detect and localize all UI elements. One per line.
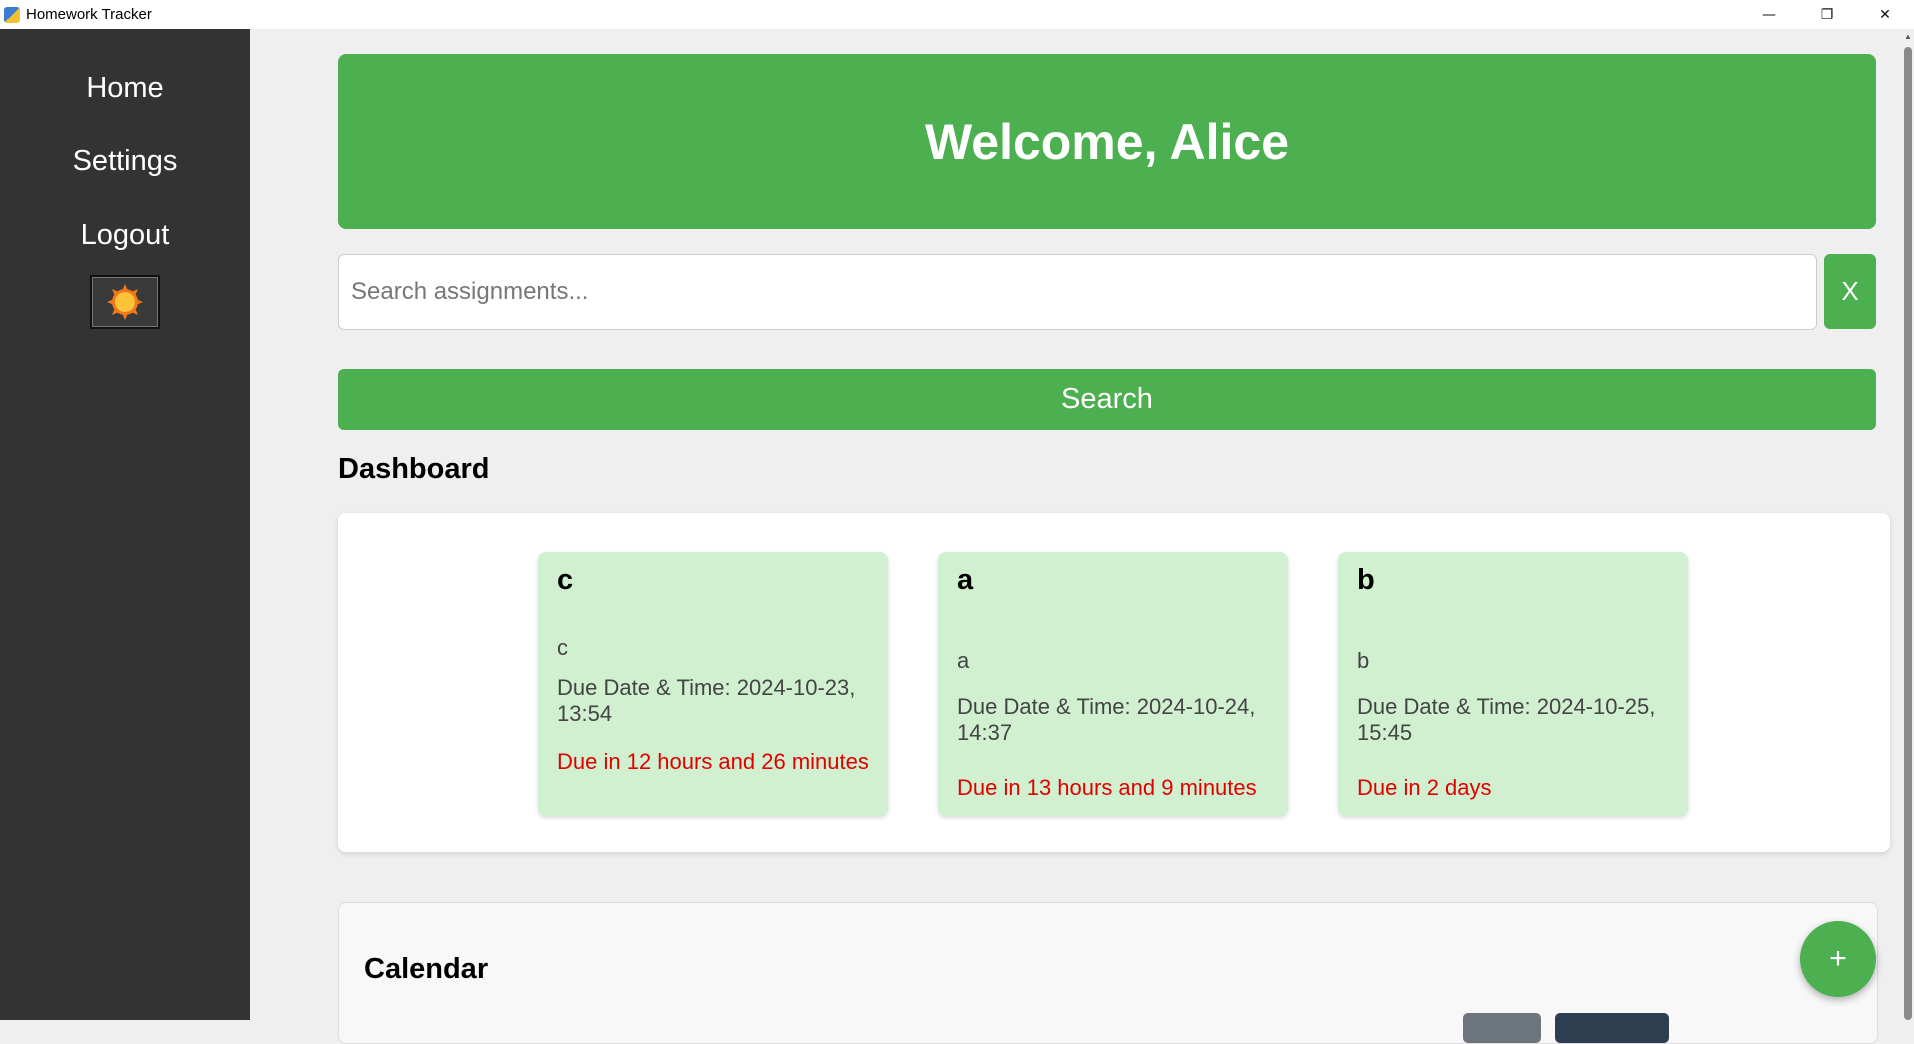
card-title: c <box>557 564 574 596</box>
dashboard-panel: c c Due Date & Time: 2024-10-23, 13:54 D… <box>338 513 1890 852</box>
scrollbar[interactable]: ▲ <box>1902 29 1914 1020</box>
assignment-card[interactable]: c c Due Date & Time: 2024-10-23, 13:54 D… <box>538 552 888 816</box>
assignment-card[interactable]: b b Due Date & Time: 2024-10-25, 15:45 D… <box>1338 552 1688 816</box>
sidebar: Home Settings Logout <box>0 29 250 1020</box>
search-button[interactable]: Search <box>338 369 1876 430</box>
title-bar: Homework Tracker — ❐ ✕ <box>0 0 1914 29</box>
minimize-button[interactable]: — <box>1740 0 1798 29</box>
card-description: a <box>957 648 970 673</box>
window-title: Homework Tracker <box>26 6 152 23</box>
close-button[interactable]: ✕ <box>1856 0 1914 29</box>
card-description: b <box>1357 648 1370 673</box>
app-icon <box>4 6 20 23</box>
sidebar-item-settings[interactable]: Settings <box>0 145 250 178</box>
welcome-banner: Welcome, Alice <box>338 54 1876 229</box>
sidebar-item-home[interactable]: Home <box>0 72 250 105</box>
card-due-relative: Due in 13 hours and 9 minutes <box>957 775 1257 800</box>
calendar-title: Calendar <box>364 953 489 985</box>
clear-search-button[interactable]: X <box>1824 254 1876 329</box>
card-due-date: Due Date & Time: 2024-10-24, 14:37 <box>957 694 1256 745</box>
card-due-date: Due Date & Time: 2024-10-25, 15:45 <box>1357 694 1656 745</box>
calendar-view-button[interactable] <box>1555 1013 1669 1043</box>
sidebar-item-logout[interactable]: Logout <box>0 219 250 252</box>
search-input[interactable] <box>338 254 1817 330</box>
page-title: Welcome, Alice <box>924 113 1290 170</box>
theme-toggle-button[interactable] <box>90 275 160 329</box>
card-due-relative: Due in 12 hours and 26 minutes <box>557 749 869 774</box>
card-due-relative: Due in 2 days <box>1357 775 1492 800</box>
dashboard-title: Dashboard <box>338 453 490 485</box>
assignment-card[interactable]: a a Due Date & Time: 2024-10-24, 14:37 D… <box>938 552 1288 816</box>
card-due-date: Due Date & Time: 2024-10-23, 13:54 <box>557 675 856 726</box>
maximize-button[interactable]: ❐ <box>1798 0 1856 29</box>
window-controls: — ❐ ✕ <box>1740 0 1914 29</box>
add-assignment-button[interactable]: + <box>1800 921 1876 997</box>
sun-icon <box>107 284 143 320</box>
scroll-thumb[interactable] <box>1904 47 1912 1020</box>
scroll-up-icon[interactable]: ▲ <box>1902 29 1914 45</box>
card-description: c <box>557 635 568 660</box>
card-title: b <box>1357 564 1375 596</box>
calendar-panel: Calendar <box>338 902 1878 1044</box>
card-title: a <box>957 564 974 596</box>
calendar-nav-button[interactable] <box>1463 1013 1541 1043</box>
